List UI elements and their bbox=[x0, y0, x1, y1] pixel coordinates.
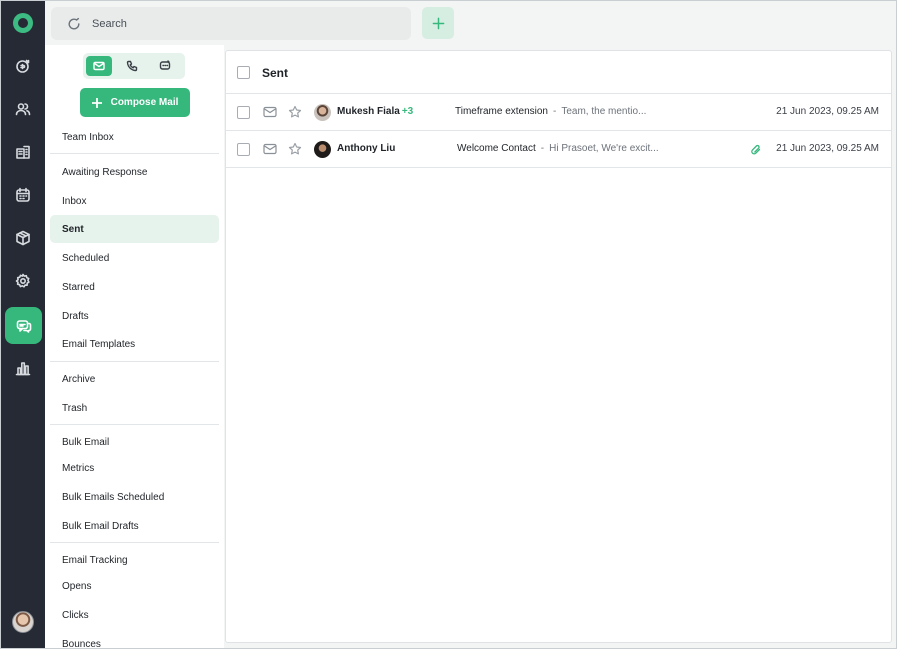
sidebar-item-email-templates[interactable]: Email Templates bbox=[50, 330, 219, 358]
avatar bbox=[314, 104, 331, 121]
snippet-text: Hi Prasoet, We're excit... bbox=[549, 143, 659, 154]
avatar bbox=[314, 141, 331, 158]
products-icon[interactable] bbox=[6, 221, 40, 255]
sidebar-item-inbox[interactable]: Inbox bbox=[50, 187, 219, 215]
sidebar-item-trash[interactable]: Trash bbox=[50, 394, 219, 422]
compose-mail-button[interactable]: Compose Mail bbox=[80, 88, 190, 117]
sidebar-item-clicks[interactable]: Clicks bbox=[50, 601, 219, 629]
sidebar-item-sent[interactable]: Sent bbox=[50, 215, 219, 243]
plus-icon bbox=[91, 97, 102, 108]
subject-text: Welcome Contact bbox=[457, 143, 536, 154]
reports-icon[interactable] bbox=[6, 351, 40, 385]
envelope-icon[interactable] bbox=[263, 142, 277, 156]
sidebar-item-scheduled[interactable]: Scheduled bbox=[50, 244, 219, 272]
envelope-icon[interactable] bbox=[263, 105, 277, 119]
app-window: Compose Mail Team Inbox Awaiting Respons… bbox=[0, 0, 897, 649]
message-list-panel: Sent Mukesh Fiala +3 Timeframe extension -… bbox=[225, 50, 892, 643]
subject-text: Timeframe extension bbox=[455, 106, 548, 117]
chat-mode-button[interactable] bbox=[152, 56, 178, 76]
sidebar-item-metrics[interactable]: Metrics bbox=[50, 454, 219, 482]
divider bbox=[50, 361, 219, 362]
table-row[interactable]: Mukesh Fiala +3 Timeframe extension - Team,… bbox=[226, 94, 891, 131]
sidebar-item-bulk-email[interactable]: Bulk Email bbox=[50, 428, 219, 456]
message-preview: Timeframe extension - Team, the mentio... bbox=[455, 106, 647, 117]
channel-switch bbox=[83, 53, 185, 79]
sidebar-item-archive[interactable]: Archive bbox=[50, 365, 219, 393]
icon-rail bbox=[1, 1, 45, 648]
top-bar bbox=[45, 1, 896, 45]
divider bbox=[50, 424, 219, 425]
sidebar-item-opens[interactable]: Opens bbox=[50, 572, 219, 600]
star-icon[interactable] bbox=[288, 105, 302, 119]
sidebar-item-awaiting-response[interactable]: Awaiting Response bbox=[50, 158, 219, 186]
search-box[interactable] bbox=[51, 7, 411, 40]
search-icon bbox=[68, 17, 80, 30]
calendar-icon[interactable] bbox=[6, 178, 40, 212]
message-preview: Welcome Contact - Hi Prasoet, We're excit.… bbox=[457, 143, 659, 154]
companies-icon[interactable] bbox=[6, 135, 40, 169]
settings-icon[interactable] bbox=[6, 264, 40, 298]
sidebar-item-bounces[interactable]: Bounces bbox=[50, 630, 219, 649]
compose-mail-label: Compose Mail bbox=[110, 97, 179, 108]
messages-icon[interactable] bbox=[5, 307, 42, 344]
sidebar-item-drafts[interactable]: Drafts bbox=[50, 302, 219, 330]
mail-sidebar: Compose Mail Team Inbox Awaiting Respons… bbox=[45, 45, 224, 649]
search-input[interactable] bbox=[92, 17, 392, 30]
star-icon[interactable] bbox=[288, 142, 302, 156]
contacts-icon[interactable] bbox=[6, 92, 40, 126]
page-title: Sent bbox=[262, 66, 289, 80]
divider bbox=[50, 153, 219, 154]
plus-icon bbox=[432, 17, 444, 29]
select-all-checkbox[interactable] bbox=[237, 66, 250, 79]
divider bbox=[50, 542, 219, 543]
sender-name: Anthony Liu bbox=[337, 143, 396, 154]
user-avatar[interactable] bbox=[12, 611, 34, 633]
sidebar-item-team-inbox[interactable]: Team Inbox bbox=[50, 123, 219, 151]
phone-mode-button[interactable] bbox=[119, 56, 145, 76]
logo-icon[interactable] bbox=[13, 13, 33, 33]
table-row[interactable]: Anthony Liu Welcome Contact - Hi Prasoet, … bbox=[226, 131, 891, 168]
mail-mode-button[interactable] bbox=[86, 56, 112, 76]
sidebar-item-starred[interactable]: Starred bbox=[50, 273, 219, 301]
deals-icon[interactable] bbox=[6, 49, 40, 83]
sidebar-item-email-tracking[interactable]: Email Tracking bbox=[50, 546, 219, 574]
chat-icon bbox=[159, 60, 171, 70]
row-checkbox[interactable] bbox=[237, 143, 250, 156]
recipient-count-badge: +3 bbox=[401, 106, 414, 117]
sent-date: 21 Jun 2023, 09.25 AM bbox=[776, 143, 879, 154]
sidebar-item-bulk-email-drafts[interactable]: Bulk Email Drafts bbox=[50, 512, 219, 540]
sender-name: Mukesh Fiala +3 bbox=[337, 106, 414, 117]
sidebar-item-bulk-emails-scheduled[interactable]: Bulk Emails Scheduled bbox=[50, 483, 219, 511]
sent-date: 21 Jun 2023, 09.25 AM bbox=[776, 106, 879, 117]
mail-icon bbox=[93, 61, 105, 71]
list-header: Sent bbox=[226, 51, 891, 94]
row-checkbox[interactable] bbox=[237, 106, 250, 119]
add-button[interactable] bbox=[422, 7, 454, 39]
attachment-icon bbox=[750, 143, 762, 155]
snippet-text: Team, the mentio... bbox=[561, 106, 647, 117]
phone-icon bbox=[126, 60, 138, 72]
